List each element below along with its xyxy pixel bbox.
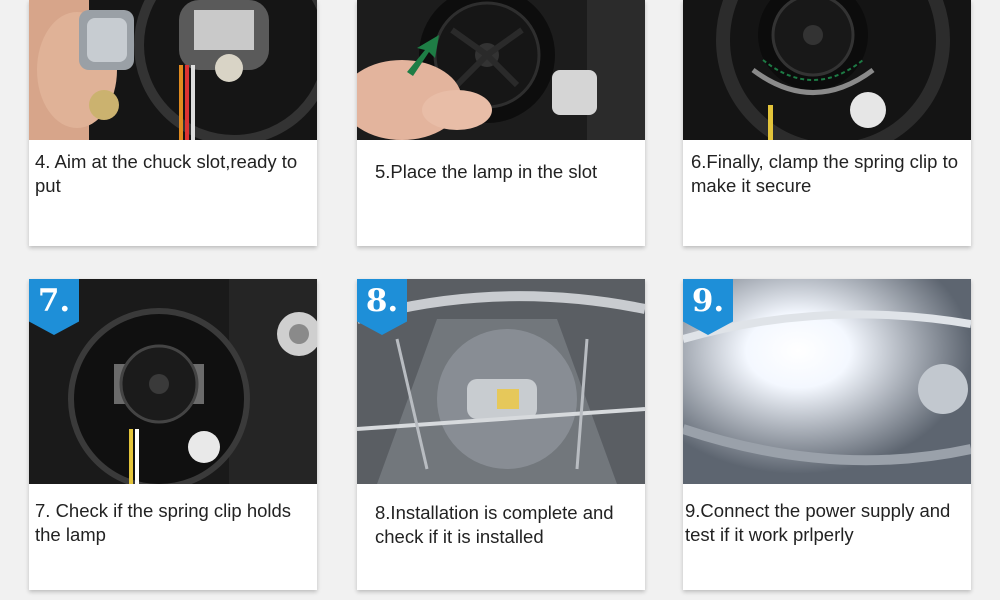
step-8-photo: 8. xyxy=(357,279,645,484)
step-6-caption: 6.Finally, clamp the spring clip to make… xyxy=(691,151,958,196)
step-7-badge-number: 7. xyxy=(37,283,71,319)
step-8-caption: 8.Installation is complete and check if … xyxy=(375,502,614,547)
step-card-8: 8. 8.Installation is complete and check … xyxy=(357,279,645,590)
step-7-caption: 7. Check if the spring clip holds the la… xyxy=(35,500,292,545)
step-6-photo xyxy=(683,0,971,140)
step-4-photo xyxy=(29,0,317,140)
step-8-badge-number: 8. xyxy=(365,283,399,319)
step-card-6: 6.Finally, clamp the spring clip to make… xyxy=(683,0,971,246)
step-5-caption: 5.Place the lamp in the slot xyxy=(375,161,598,182)
step-7-photo: 7. xyxy=(29,279,317,484)
step-card-4: 4. Aim at the chuck slot,ready to put xyxy=(29,0,317,246)
step-card-9: 9. 9.Connect the power supply and test i… xyxy=(683,279,971,590)
step-4-caption: 4. Aim at the chuck slot,ready to put xyxy=(35,151,298,196)
step-9-caption: 9.Connect the power supply and test if i… xyxy=(685,500,951,545)
step-9-photo: 9. xyxy=(683,279,971,484)
step-card-7: 7. 7. Check if the spring clip holds the… xyxy=(29,279,317,590)
step-9-badge-number: 9. xyxy=(691,283,725,319)
step-5-photo xyxy=(357,0,645,140)
step-card-5: 5.Place the lamp in the slot xyxy=(357,0,645,246)
